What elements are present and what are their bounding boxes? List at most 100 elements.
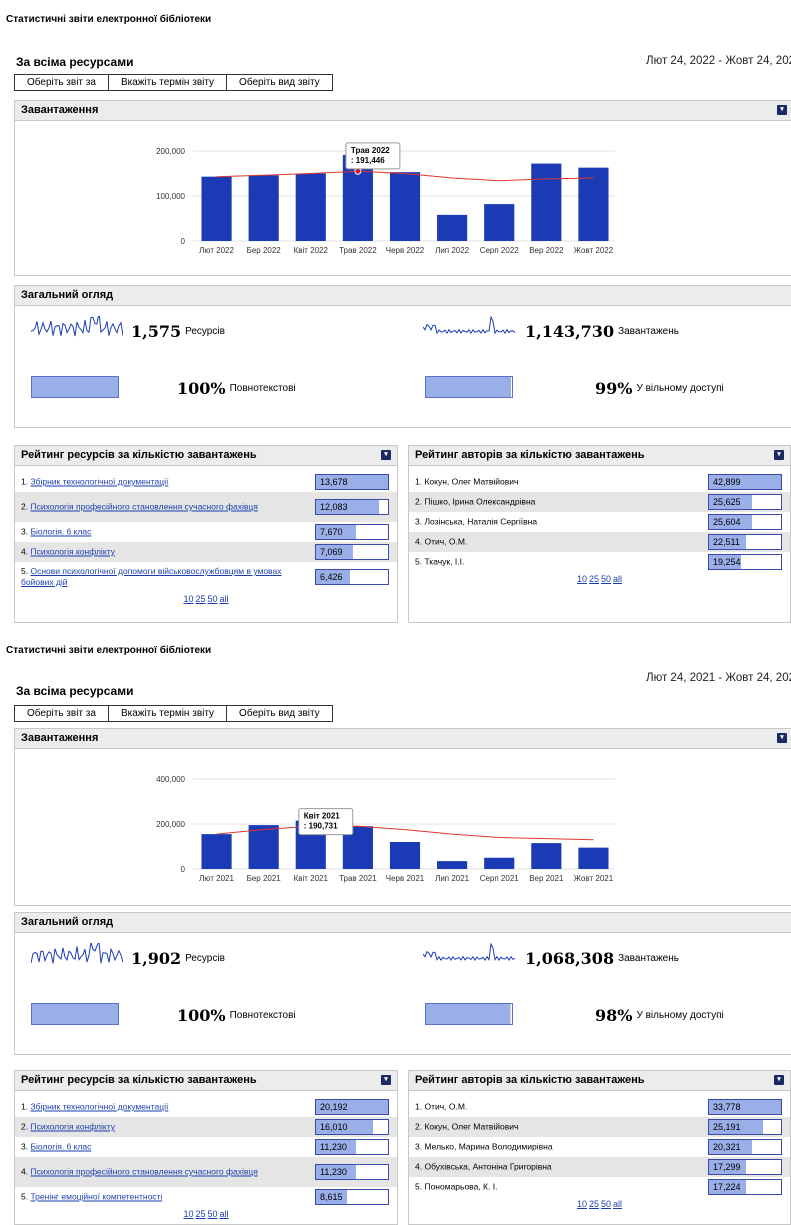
chart-bar <box>248 175 279 241</box>
chart-bar <box>437 214 468 241</box>
author-name: Мелько, Марина Володимирівна <box>424 1141 553 1152</box>
select-period-button[interactable]: Вкажіть термін звіту <box>107 74 228 91</box>
download-count-bar: 33,778 <box>708 1099 782 1115</box>
downloads-sparkline-icon <box>423 943 515 962</box>
collapse-toggle-icon[interactable]: ▾ <box>774 1075 784 1085</box>
ranking-row: 4. Психологія конфлікту 7,069 <box>15 542 397 562</box>
scope-title: За всіма ресурсами <box>16 55 134 69</box>
date-range: Лют 24, 2022 - Жовт 24, 202 <box>646 55 791 67</box>
page-size-all[interactable]: all <box>220 594 229 604</box>
resource-link[interactable]: Біологія. 6 клас <box>30 1142 91 1152</box>
author-name: Пономарьова, К. І. <box>424 1181 498 1192</box>
open-access-stat: 99% У вільному доступі <box>595 379 724 398</box>
download-count: 12,083 <box>320 502 348 512</box>
authors-ranking-list: 1. Отич, О.М. 33,778 2. Кокун, Олег Матвій… <box>409 1091 790 1209</box>
resource-link[interactable]: Основи психологічної допомоги військовос… <box>21 566 281 587</box>
ranking-entry: 4. Психологія професійного становлення с… <box>21 1167 305 1178</box>
download-count: 7,069 <box>320 547 343 557</box>
overview-panel: Загальний огляд 1,575 Ресурсів 1,143,730 Зав… <box>14 285 791 428</box>
page-size-50[interactable]: 50 <box>208 594 218 604</box>
x-tick-label: Трав 2022 <box>339 246 377 255</box>
resources-label: Ресурсів <box>185 326 225 337</box>
authors-ranking-title: Рейтинг авторів за кількістю завантажень <box>415 449 645 461</box>
page-size-25[interactable]: 25 <box>589 574 599 584</box>
chart-bar <box>248 825 279 869</box>
collapse-toggle-icon[interactable]: ▾ <box>381 450 391 460</box>
author-name: Ткачук, І.І. <box>424 556 465 567</box>
select-type-button[interactable]: Оберіть вид звіту <box>226 705 333 722</box>
ranking-row: 1. Збірник технологічної документації 13,… <box>15 472 397 492</box>
downloads-stat: 1,143,730 Завантажень <box>525 322 679 341</box>
resource-link[interactable]: Тренінг емоційної компетентності <box>30 1192 162 1202</box>
download-count: 20,192 <box>320 1102 348 1112</box>
select-type-button[interactable]: Оберіть вид звіту <box>226 74 333 91</box>
ranking-entry: 3. Біологія. 6 клас <box>21 527 305 538</box>
collapse-toggle-icon[interactable]: ▾ <box>381 1075 391 1085</box>
download-count: 22,511 <box>713 537 740 547</box>
x-tick-label: Трав 2021 <box>339 874 377 883</box>
resource-link[interactable]: Біологія. 6 клас <box>30 527 91 537</box>
x-tick-label: Лют 2022 <box>199 246 234 255</box>
resource-link[interactable]: Збірник технологічної документації <box>30 477 168 487</box>
resources-ranking-panel: Рейтинг ресурсів за кількістю завантажен… <box>14 445 398 623</box>
authors-ranking-title: Рейтинг авторів за кількістю завантажень <box>415 1074 645 1086</box>
page-size-50[interactable]: 50 <box>601 1199 611 1209</box>
ranking-row: 5. Ткачук, І.І. 19,254 <box>409 552 790 572</box>
page-size-all[interactable]: all <box>220 1209 229 1219</box>
x-tick-label: Бер 2021 <box>247 874 282 883</box>
page-size-10[interactable]: 10 <box>577 1199 587 1209</box>
download-count: 20,321 <box>713 1142 741 1152</box>
ranking-number: 4. <box>415 536 423 547</box>
select-period-button[interactable]: Вкажіть термін звіту <box>107 705 228 722</box>
page-size-50[interactable]: 50 <box>601 574 611 584</box>
downloads-sparkline-icon <box>423 316 515 335</box>
resource-link[interactable]: Збірник технологічної документації <box>30 1102 168 1112</box>
download-count: 17,224 <box>713 1182 741 1192</box>
download-count-bar: 25,191 <box>708 1119 782 1135</box>
ranking-entry: 4. Обухівська, Антоніна Григорівна <box>415 1162 698 1173</box>
x-tick-label: Жовт 2022 <box>574 246 614 255</box>
ranking-row: 2. Пішко, Ірина Олександрівна 25,625 <box>409 492 790 512</box>
ranking-entry: 5. Пономарьова, К. І. <box>415 1182 698 1193</box>
page-size-10[interactable]: 10 <box>577 574 587 584</box>
downloads-label: Завантажень <box>618 953 679 964</box>
ranking-number: 3. <box>21 526 29 537</box>
y-tick-label: 0 <box>181 237 186 246</box>
collapse-toggle-icon[interactable]: ▾ <box>774 450 784 460</box>
page-size-25[interactable]: 25 <box>195 594 205 604</box>
resource-link[interactable]: Психологія конфлікту <box>30 1122 114 1132</box>
resource-link[interactable]: Психологія конфлікту <box>30 547 114 557</box>
page-size-25[interactable]: 25 <box>589 1199 599 1209</box>
ranking-entry: 5. Основи психологічної допомоги військо… <box>21 566 305 588</box>
pagination: 10 25 50 all <box>409 1199 790 1209</box>
download-count: 17,299 <box>713 1162 741 1172</box>
download-count-bar: 19,254 <box>708 554 782 570</box>
page-size-50[interactable]: 50 <box>208 1209 218 1219</box>
downloads-chart: 0 200,000 400,000 Лют 2021 Бер 2021 Квіт 2021… <box>156 775 615 883</box>
collapse-toggle-icon[interactable]: ▾ <box>777 105 787 115</box>
x-tick-label: Квіт 2021 <box>294 874 329 883</box>
select-report-button[interactable]: Оберіть звіт за <box>14 705 109 722</box>
page-size-10[interactable]: 10 <box>183 594 193 604</box>
authors-ranking-list: 1. Кокун, Олег Матвійович 42,899 2. Пішко,… <box>409 466 790 584</box>
chart-bar <box>437 861 468 869</box>
download-count-bar: 7,670 <box>315 524 389 540</box>
select-report-button[interactable]: Оберіть звіт за <box>14 74 109 91</box>
downloads-panel-title: Завантаження <box>21 732 99 744</box>
author-name: Кокун, Олег Матвійович <box>424 476 519 487</box>
resources-ranking-title: Рейтинг ресурсів за кількістю завантажен… <box>21 1074 257 1086</box>
resource-link[interactable]: Психологія професійного становлення суча… <box>30 502 257 512</box>
download-count: 13,678 <box>320 477 348 487</box>
page-size-all[interactable]: all <box>613 574 622 584</box>
page-size-10[interactable]: 10 <box>183 1209 193 1219</box>
ranking-number: 1. <box>21 476 29 487</box>
page-size-25[interactable]: 25 <box>195 1209 205 1219</box>
resources-ranking-list: 1. Збірник технологічної документації 20,… <box>15 1091 397 1219</box>
download-count: 42,899 <box>713 477 741 487</box>
resource-link[interactable]: Психологія професійного становлення суча… <box>30 1167 257 1177</box>
resources-ranking-title: Рейтинг ресурсів за кількістю завантажен… <box>21 449 257 461</box>
collapse-toggle-icon[interactable]: ▾ <box>777 733 787 743</box>
page-size-all[interactable]: all <box>613 1199 622 1209</box>
downloads-chart: 0 100,000 200,000 Лют 2022 Бер 2022 Квіт 2022… <box>156 142 615 255</box>
fulltext-percent: 100% <box>177 1006 226 1025</box>
